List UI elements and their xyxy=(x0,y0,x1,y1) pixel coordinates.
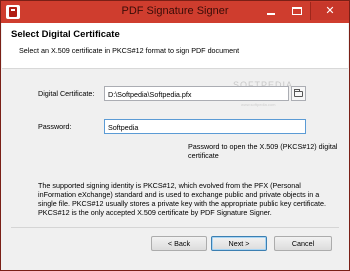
maximize-button[interactable] xyxy=(284,2,310,20)
minimize-icon xyxy=(267,13,275,15)
maximize-icon xyxy=(292,7,302,15)
password-help-text: Password to open the X.509 (PKCS#12) dig… xyxy=(188,142,338,160)
cancel-button[interactable]: Cancel xyxy=(274,236,332,251)
password-label: Password: xyxy=(38,122,72,131)
footer-divider xyxy=(11,227,339,228)
close-icon: ✕ xyxy=(325,5,335,17)
title-bar[interactable]: PDF Signature Signer ✕ xyxy=(1,1,349,23)
page-subtitle: Select an X.509 certificate in PKCS#12 f… xyxy=(19,46,240,55)
password-input[interactable]: Softpedia xyxy=(104,119,306,134)
info-paragraph: The supported signing identity is PKCS#1… xyxy=(38,181,327,217)
app-window: PDF Signature Signer ✕ Select Digital Ce… xyxy=(0,0,350,271)
back-button[interactable]: < Back xyxy=(151,236,207,251)
folder-icon xyxy=(294,89,303,97)
minimize-button[interactable] xyxy=(258,2,284,20)
watermark-url: www.softpedia.com xyxy=(241,102,276,107)
certificate-label: Digital Certificate: xyxy=(38,89,95,98)
browse-button[interactable] xyxy=(291,86,306,101)
certificate-path-input[interactable]: D:\Softpedia\Softpedia.pfx xyxy=(104,86,289,101)
page-title: Select Digital Certificate xyxy=(11,29,120,40)
close-button[interactable]: ✕ xyxy=(310,2,349,20)
next-button[interactable]: Next > xyxy=(211,236,267,251)
wizard-header: Select Digital Certificate Select an X.5… xyxy=(2,23,348,69)
